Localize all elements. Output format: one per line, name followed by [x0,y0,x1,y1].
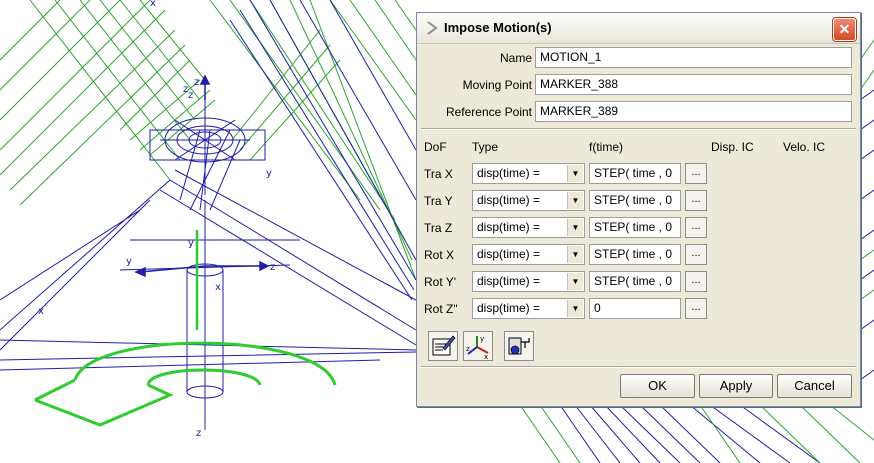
name-label: Name [499,51,532,65]
ftime-field[interactable]: STEP( time , 0 [589,244,681,265]
type-select[interactable]: disp(time) = ▼ [472,298,585,319]
vertical-shaft [186,200,224,430]
header-type: Type [472,140,499,154]
reference-point-field[interactable]: MARKER_389 [535,101,852,122]
joint-properties-button[interactable] [504,331,534,361]
apply-button[interactable]: Apply [699,374,773,398]
dof-label: Rot Z" [424,302,458,316]
expression-builder-button[interactable]: ... [685,163,707,184]
svg-text:x: x [150,0,156,9]
svg-text:z: z [188,90,193,101]
dof-label: Tra X [424,167,453,181]
dropdown-arrow-icon: ▼ [567,165,583,182]
edit-notes-button[interactable] [428,331,458,361]
coordinate-system-button[interactable]: y z x [463,331,493,361]
close-icon: ✕ [838,21,851,37]
header-ftime: f(time) [589,140,623,154]
type-select[interactable]: disp(time) = ▼ [472,190,585,211]
svg-text:z: z [270,262,275,273]
svg-text:x: x [215,282,221,293]
svg-text:y: y [480,335,484,343]
svg-text:z: z [196,428,201,439]
dropdown-arrow-icon: ▼ [567,246,583,263]
expression-builder-button[interactable]: ... [685,244,707,265]
type-select[interactable]: disp(time) = ▼ [472,271,585,292]
joint-icon [508,337,530,355]
impose-motion-dialog: Impose Motion(s) ✕ Name MOTION_1 Moving … [416,12,861,407]
type-select[interactable]: disp(time) = ▼ [472,163,585,184]
dof-label: Rot Y' [424,275,457,289]
dof-label: Rot X [424,248,455,262]
expression-builder-button[interactable]: ... [685,190,707,211]
ftime-field[interactable]: 0 [589,298,681,319]
svg-text:z: z [466,345,470,353]
edit-notes-icon [432,335,456,356]
dropdown-arrow-icon: ▼ [567,273,583,290]
ftime-field[interactable]: STEP( time , 0 [589,217,681,238]
ftime-field[interactable]: STEP( time , 0 [589,190,681,211]
cancel-button[interactable]: Cancel [777,374,852,398]
dialog-title: Impose Motion(s) [444,20,552,35]
header-velo-ic: Velo. IC [783,140,826,154]
separator [421,128,856,130]
ftime-field[interactable]: STEP( time , 0 [589,163,681,184]
svg-text:x: x [484,353,488,360]
axis-arrows [134,74,270,278]
dof-label: Tra Z [424,221,453,235]
type-select[interactable]: disp(time) = ▼ [472,244,585,265]
axis-triad-icon: y z x [466,335,489,361]
header-dof: DoF [424,140,447,154]
svg-text:y: y [266,168,272,179]
dropdown-arrow-icon: ▼ [567,192,583,209]
dropdown-arrow-icon: ▼ [567,219,583,236]
close-button[interactable]: ✕ [833,18,856,41]
svg-text:x: x [38,306,44,317]
ok-button[interactable]: OK [620,374,695,398]
dialog-titlebar[interactable]: Impose Motion(s) ✕ [417,13,860,44]
separator [421,366,856,368]
blue-wireframe-base [0,129,417,371]
reference-point-label: Reference Point [445,105,532,119]
chevron-right-icon [427,21,438,35]
dropdown-arrow-icon: ▼ [567,300,583,317]
svg-text:y: y [126,256,132,267]
moving-point-field[interactable]: MARKER_388 [535,74,852,95]
dof-label: Tra Y [424,194,453,208]
svg-text:y: y [188,238,194,249]
expression-builder-button[interactable]: ... [685,271,707,292]
header-disp-ic: Disp. IC [711,140,754,154]
expression-builder-button[interactable]: ... [685,298,707,319]
rotation-arrow-icon [34,341,337,427]
moving-point-label: Moving Point [462,78,532,92]
name-field[interactable]: MOTION_1 [535,47,852,68]
type-select[interactable]: disp(time) = ▼ [472,217,585,238]
svg-text:z: z [194,77,199,88]
ftime-field[interactable]: STEP( time , 0 [589,271,681,292]
expression-builder-button[interactable]: ... [685,217,707,238]
